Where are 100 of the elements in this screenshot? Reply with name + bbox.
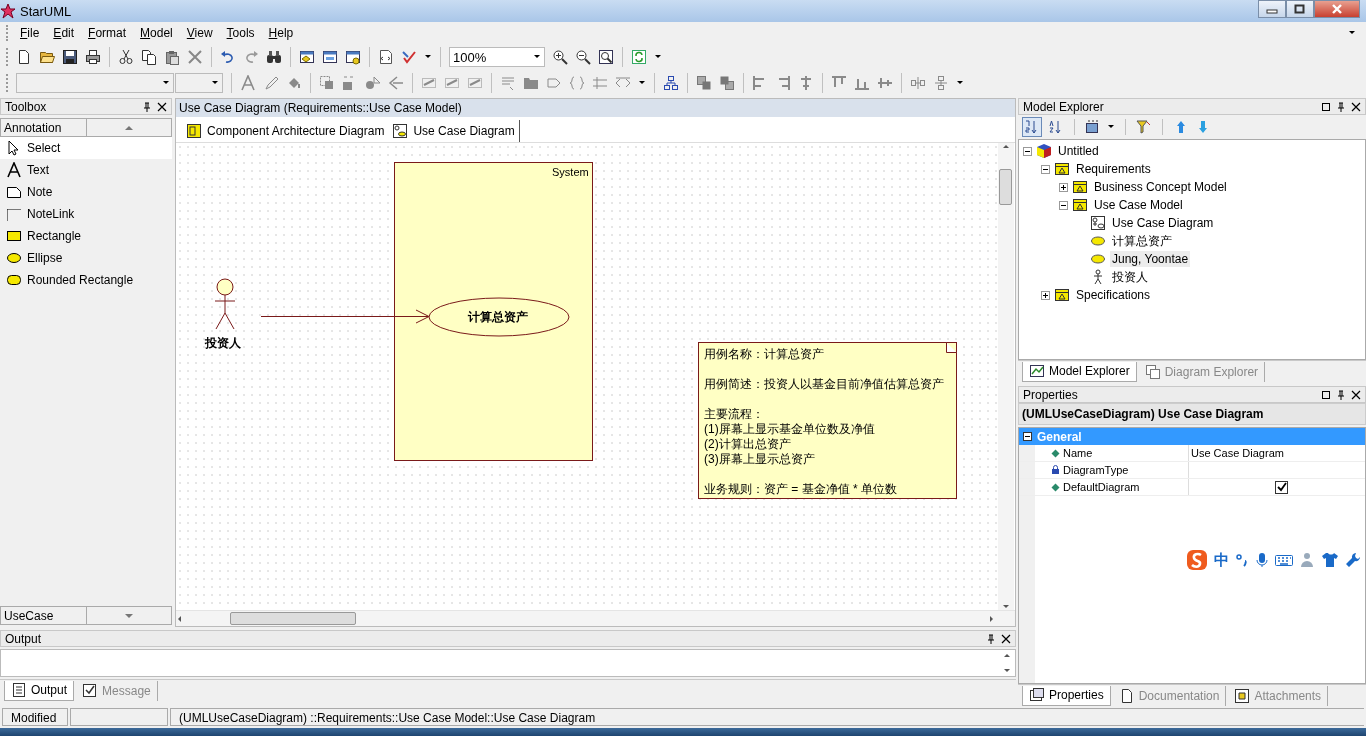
expander-icon[interactable] bbox=[1022, 432, 1032, 441]
horizontal-scrollbar[interactable] bbox=[176, 610, 1015, 627]
line-style-icon[interactable] bbox=[444, 75, 460, 91]
view-options-icon[interactable] bbox=[1085, 119, 1101, 135]
property-value[interactable]: Use Case Diagram bbox=[1191, 447, 1284, 459]
pin-icon[interactable] bbox=[1336, 389, 1346, 400]
document-icon[interactable] bbox=[378, 49, 394, 65]
punctuation-icon[interactable] bbox=[1235, 552, 1249, 568]
dropdown-arrow-icon[interactable] bbox=[638, 79, 646, 87]
caret-down-icon[interactable] bbox=[123, 611, 134, 620]
scroll-left-icon[interactable] bbox=[176, 614, 184, 623]
line-style-icon[interactable] bbox=[467, 75, 483, 91]
copy-icon[interactable] bbox=[141, 49, 157, 65]
tree-item[interactable]: Use Case Model bbox=[1092, 197, 1185, 213]
zoom-dropdown[interactable]: 100% bbox=[449, 47, 545, 67]
diagram-tab[interactable]: Use Case Diagram bbox=[388, 120, 520, 142]
expander-icon[interactable] bbox=[1023, 146, 1032, 156]
panel-tab[interactable]: Model Explorer bbox=[1022, 361, 1137, 382]
input-mode-toggle[interactable]: 中 bbox=[1214, 550, 1229, 570]
menu-item[interactable]: Help bbox=[261, 24, 301, 42]
refresh-icon[interactable] bbox=[631, 49, 647, 65]
scrollbar-thumb[interactable] bbox=[230, 612, 356, 626]
scroll-up-icon[interactable] bbox=[1002, 143, 1010, 151]
expander-icon[interactable] bbox=[1041, 164, 1050, 174]
dropdown-arrow-icon[interactable] bbox=[654, 53, 662, 61]
window-icon[interactable] bbox=[1321, 101, 1331, 112]
checkbox[interactable] bbox=[1275, 480, 1288, 494]
delete-icon[interactable] bbox=[187, 49, 203, 65]
pen-icon[interactable] bbox=[263, 75, 279, 91]
align-center-icon[interactable] bbox=[798, 75, 814, 91]
toolbox-item[interactable]: Text bbox=[0, 159, 172, 181]
tree-item[interactable]: Untitled bbox=[1056, 143, 1101, 159]
diagram-tab[interactable]: Component Architecture Diagram bbox=[182, 120, 389, 142]
binoculars-icon[interactable] bbox=[266, 49, 282, 65]
undo-icon[interactable] bbox=[220, 49, 236, 65]
wrench-icon[interactable] bbox=[1345, 552, 1361, 568]
dropdown-arrow-icon[interactable] bbox=[424, 53, 432, 61]
microphone-icon[interactable] bbox=[1255, 552, 1269, 568]
toolbox-item[interactable]: Ellipse bbox=[0, 247, 172, 269]
new-file-icon[interactable] bbox=[16, 49, 32, 65]
menu-item[interactable]: Edit bbox=[46, 24, 82, 42]
filter-icon[interactable] bbox=[1136, 119, 1152, 135]
tree-item[interactable]: Business Concept Model bbox=[1092, 179, 1229, 195]
send-to-back-icon[interactable] bbox=[719, 75, 735, 91]
pin-icon[interactable] bbox=[1336, 101, 1346, 112]
menu-item[interactable]: File bbox=[13, 24, 47, 42]
expander-icon[interactable] bbox=[1041, 290, 1050, 300]
zoom-in-icon[interactable] bbox=[552, 49, 568, 65]
restore-button[interactable] bbox=[1286, 0, 1314, 18]
window-icon[interactable] bbox=[1321, 389, 1331, 400]
menu-item[interactable]: Tools bbox=[219, 24, 262, 42]
save-icon[interactable] bbox=[62, 49, 78, 65]
close-icon[interactable] bbox=[1001, 633, 1011, 644]
arrow-icon[interactable] bbox=[388, 75, 404, 91]
tree-item[interactable]: 投资人 bbox=[1110, 267, 1150, 287]
vertical-scrollbar[interactable] bbox=[998, 143, 1014, 611]
diagram-window-icon[interactable] bbox=[299, 49, 315, 65]
tree-item[interactable]: Requirements bbox=[1074, 161, 1153, 177]
scroll-down-icon[interactable] bbox=[1003, 666, 1011, 675]
toolbox-item[interactable]: Note bbox=[0, 181, 172, 203]
caret-up-icon[interactable] bbox=[123, 123, 134, 132]
tree-item[interactable]: 计算总资产 bbox=[1110, 231, 1174, 251]
category-header[interactable]: UseCase bbox=[0, 606, 172, 626]
space-horizontal-icon[interactable] bbox=[910, 75, 926, 91]
tree-item[interactable]: Specifications bbox=[1074, 287, 1153, 303]
shapes-icon[interactable] bbox=[365, 75, 381, 91]
selection-icon[interactable] bbox=[319, 75, 335, 91]
checkmark-icon[interactable] bbox=[401, 49, 417, 65]
dropdown-arrow-icon[interactable] bbox=[1348, 29, 1356, 37]
printer-icon[interactable] bbox=[85, 49, 101, 65]
scroll-down-icon[interactable] bbox=[1002, 602, 1010, 611]
dropdown-arrow-icon[interactable] bbox=[956, 79, 964, 87]
hierarchy-icon[interactable] bbox=[663, 75, 679, 91]
cut-icon[interactable] bbox=[118, 49, 134, 65]
scrollbar-thumb[interactable] bbox=[999, 169, 1012, 205]
category-header[interactable]: Annotation bbox=[0, 118, 172, 137]
zoom-out-icon[interactable] bbox=[575, 49, 591, 65]
shirt-icon[interactable] bbox=[1321, 552, 1339, 568]
close-button[interactable] bbox=[1314, 0, 1360, 18]
menu-item[interactable]: Model bbox=[133, 24, 180, 42]
align-middle-icon[interactable] bbox=[877, 75, 893, 91]
line-style-icon[interactable] bbox=[421, 75, 437, 91]
expander-icon[interactable] bbox=[1059, 200, 1068, 210]
open-folder-icon[interactable] bbox=[39, 49, 55, 65]
paste-icon[interactable] bbox=[164, 49, 180, 65]
menu-item[interactable]: Format bbox=[81, 24, 134, 42]
panel-tab[interactable]: Properties bbox=[1022, 685, 1111, 706]
bring-to-front-icon[interactable] bbox=[696, 75, 712, 91]
diagram-window-icon[interactable] bbox=[322, 49, 338, 65]
toolbox-item[interactable]: NoteLink bbox=[0, 203, 172, 225]
pin-icon[interactable] bbox=[986, 633, 996, 644]
space-vertical-icon[interactable] bbox=[933, 75, 949, 91]
close-icon[interactable] bbox=[1351, 389, 1361, 400]
toolbox-item[interactable]: Rectangle bbox=[0, 225, 172, 247]
tree-item[interactable]: Use Case Diagram bbox=[1110, 215, 1216, 231]
expander-icon[interactable] bbox=[1059, 182, 1068, 192]
font-style-icon[interactable] bbox=[240, 75, 256, 91]
pin-icon[interactable] bbox=[142, 101, 152, 112]
close-icon[interactable] bbox=[1351, 101, 1361, 112]
scroll-right-icon[interactable] bbox=[987, 614, 995, 623]
